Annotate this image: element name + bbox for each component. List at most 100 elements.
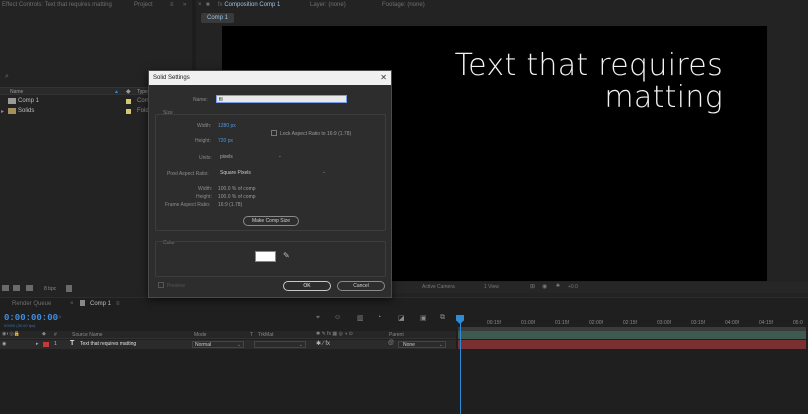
folder-icon: [8, 108, 16, 114]
panel-menu-icon[interactable]: ≡: [116, 301, 120, 307]
layer-row[interactable]: ◉ ▸ 1 T Text that requires matting Norma…: [0, 340, 456, 349]
timeline-search-icon[interactable]: ⌕: [58, 314, 62, 322]
sort-icon[interactable]: ▲: [114, 89, 119, 95]
chevron-down-icon: ⌄: [277, 153, 282, 159]
preview-checkbox[interactable]: [158, 282, 164, 288]
units-label: Units:: [199, 155, 212, 161]
width-percent-value: 100.0 % of comp: [218, 186, 256, 192]
lock-aspect-label[interactable]: Lock Aspect Ratio to 16:9 (1.78): [280, 131, 351, 137]
label-tag-icon[interactable]: ◆: [126, 88, 131, 95]
panel-menu-icon[interactable]: ≡: [170, 2, 174, 8]
index-column-header: #: [54, 332, 57, 338]
pixel-aspect-dropdown[interactable]: Square Pixels ⌄: [218, 169, 328, 177]
parent-dropdown[interactable]: None ⌄: [398, 341, 446, 348]
layer-name[interactable]: Text that requires matting: [80, 341, 136, 347]
project-item-label: Comp 1: [18, 98, 40, 104]
exposure-value[interactable]: +0.0: [568, 284, 578, 290]
snapshot-icon[interactable]: ◉: [542, 283, 547, 290]
layer-label-color[interactable]: [43, 342, 49, 347]
preview-label[interactable]: Preview: [167, 283, 185, 289]
effect-controls-tab[interactable]: Effect Controls: Text that requires matt…: [2, 2, 112, 8]
pixel-aspect-value: Square Pixels: [220, 170, 251, 176]
frame-aspect-value: 16:9 (1.78): [218, 202, 243, 208]
canvas-text-layer[interactable]: Text that requires matting: [455, 50, 723, 114]
comp-1-viewer-tab[interactable]: Comp 1: [201, 13, 234, 23]
composition-tab[interactable]: fx Composition Comp 1: [218, 2, 280, 8]
parent-column-header[interactable]: Parent: [389, 332, 404, 338]
chevron-down-icon: ⌄: [298, 342, 303, 348]
comp-1-timeline-tab[interactable]: Comp 1: [90, 301, 111, 307]
layer-index: 1: [54, 341, 57, 347]
motion-blur-icon[interactable]: ◔: [377, 314, 381, 321]
type-column-header[interactable]: Type: [137, 89, 148, 95]
channel-icon[interactable]: ♣: [556, 283, 560, 289]
expand-arrow-icon[interactable]: ▸: [36, 341, 39, 347]
frame-aspect-label: Frame Aspect Ratio:: [165, 202, 211, 208]
solid-settings-dialog: Solid Settings ✕ Name: fil Size Width: 1…: [148, 70, 392, 298]
t-column-header: T: [250, 332, 254, 338]
dialog-title: Solid Settings: [153, 75, 190, 81]
blend-mode-dropdown[interactable]: Normal ⌄: [192, 341, 244, 348]
height-percent-value: 100.0 % of comp: [218, 194, 256, 200]
frame-blending-icon[interactable]: ▥: [357, 314, 364, 322]
pixel-aspect-label: Pixel Aspect Ratio:: [167, 171, 209, 177]
source-name-column-header[interactable]: Source Name: [72, 332, 103, 338]
new-composition-icon[interactable]: [26, 285, 33, 291]
layer-tab[interactable]: Layer: (none): [310, 2, 346, 8]
height-value[interactable]: 720 px: [218, 138, 233, 144]
interpret-footage-icon[interactable]: [2, 285, 9, 291]
name-column-header[interactable]: Name: [10, 89, 23, 95]
visibility-icon[interactable]: ◉: [2, 341, 6, 347]
bit-depth[interactable]: 8 bpc: [44, 286, 56, 292]
graph-editor-icon[interactable]: ◪: [398, 314, 405, 322]
label-color-swatch: [126, 99, 131, 104]
lock-icon[interactable]: ■: [206, 2, 210, 8]
lock-aspect-checkbox[interactable]: [271, 130, 277, 136]
eyedropper-icon[interactable]: ✎: [283, 251, 290, 260]
name-field[interactable]: fil: [216, 95, 347, 103]
ruler-tick-label: 00:15f: [487, 320, 501, 326]
color-swatch[interactable]: [255, 251, 276, 262]
ruler-tick-label: 02:15f: [623, 320, 637, 326]
grid-icon[interactable]: ⊞: [530, 283, 535, 290]
make-comp-size-button[interactable]: Make Comp Size: [243, 216, 299, 226]
more-tabs-icon[interactable]: »: [183, 2, 186, 8]
layer-duration-bar[interactable]: [458, 340, 806, 349]
trkmat-dropdown[interactable]: ⌄: [254, 341, 306, 348]
width-value[interactable]: 1280 px: [218, 123, 236, 129]
width-percent-label: Width:: [198, 186, 213, 192]
playhead-line[interactable]: [460, 316, 461, 414]
close-tab-icon[interactable]: ×: [70, 301, 74, 307]
active-camera-dropdown[interactable]: Active Camera: [422, 284, 455, 290]
draft-3d-icon[interactable]: ⌖: [316, 314, 320, 322]
chevron-down-icon: ⌄: [438, 342, 443, 348]
ruler-tick-label: 04:00f: [725, 320, 739, 326]
dialog-titlebar[interactable]: Solid Settings ✕: [149, 71, 391, 85]
av-features-icon: ◉◐◎🔒: [2, 331, 20, 337]
view-layout-dropdown[interactable]: 1 View: [484, 284, 499, 290]
footage-tab[interactable]: Footage: (none): [382, 2, 425, 8]
trash-icon[interactable]: [66, 285, 72, 292]
pick-whip-icon[interactable]: @: [388, 340, 394, 346]
width-label: Width:: [197, 123, 212, 129]
units-dropdown[interactable]: pixels ⌄: [218, 153, 284, 161]
cancel-button[interactable]: Cancel: [337, 281, 385, 291]
composition-navigator-icon[interactable]: ⧉: [440, 314, 445, 322]
ruler-tick-label: 05:0: [793, 320, 803, 326]
project-tab[interactable]: Project: [134, 2, 153, 8]
hide-shy-layers-icon[interactable]: ☺: [334, 314, 341, 321]
panel-menu-icon[interactable]: ×: [198, 2, 202, 8]
close-icon[interactable]: ✕: [380, 73, 387, 82]
ok-button[interactable]: OK: [283, 281, 331, 291]
current-time-display[interactable]: 0:00:00:00: [4, 313, 58, 323]
layer-switches[interactable]: ✱ ⁄ fx: [316, 340, 330, 347]
trkmat-column-header[interactable]: TrkMat: [258, 332, 273, 338]
layer-column-header: ◉◐◎🔒 ◆ # Source Name Mode T TrkMat ✱ ✎ f…: [0, 331, 456, 339]
mode-column-header[interactable]: Mode: [194, 332, 207, 338]
new-folder-icon[interactable]: [13, 285, 20, 291]
chevron-down-icon: ⌄: [236, 342, 241, 348]
expand-arrow-icon[interactable]: ▸: [1, 108, 4, 115]
render-queue-tab[interactable]: Render Queue: [12, 301, 51, 307]
mask-icon[interactable]: ▣: [420, 314, 427, 322]
search-icon[interactable]: ⌕: [5, 73, 9, 81]
